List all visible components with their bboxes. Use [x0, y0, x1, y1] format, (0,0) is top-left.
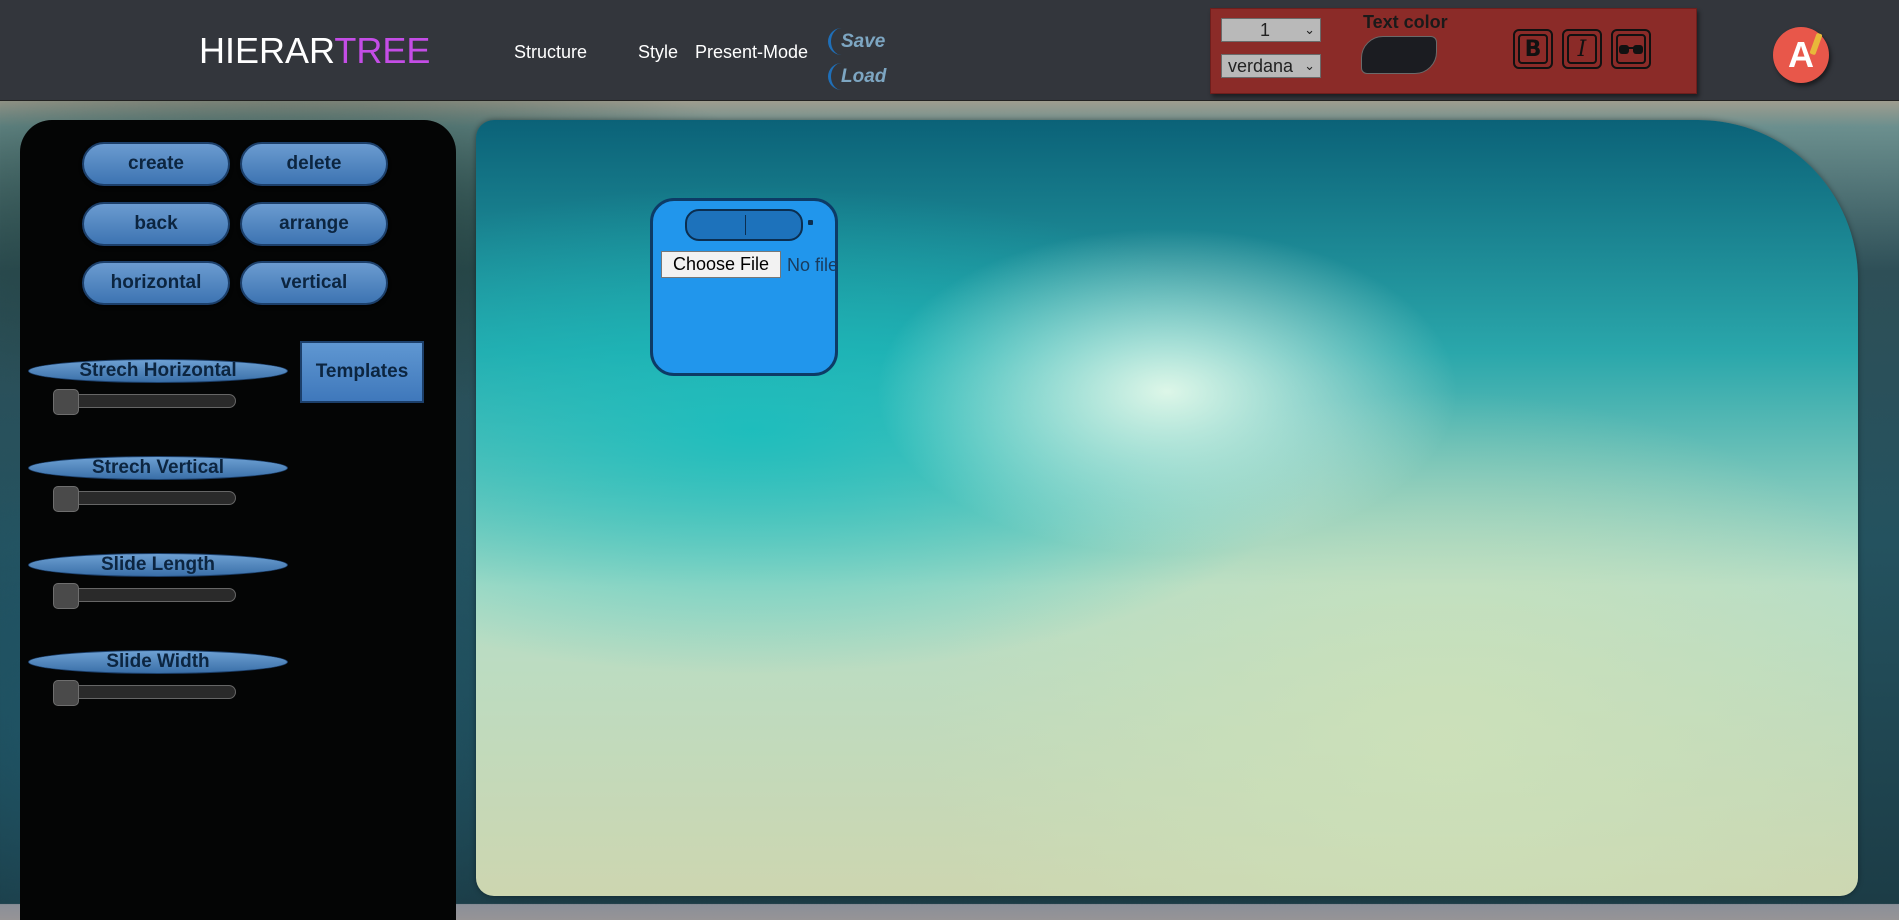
- text-color-label: Text color: [1363, 12, 1448, 32]
- stretch-vertical-slider[interactable]: [53, 486, 236, 512]
- font-size-select[interactable]: 1 ⌄: [1221, 18, 1321, 42]
- stretch-vertical-label: Strech Vertical: [28, 456, 288, 480]
- logo-text-primary: HIERAR: [199, 30, 335, 71]
- horizontal-button[interactable]: horizontal: [82, 261, 230, 305]
- chevron-down-icon: ⌄: [1304, 58, 1315, 73]
- glasses-icon: [1616, 34, 1646, 64]
- font-family-select[interactable]: verdana ⌄: [1221, 54, 1321, 78]
- file-status: No file chosen: [787, 255, 837, 275]
- slider-thumb[interactable]: [53, 486, 79, 512]
- load-button[interactable]: Load: [828, 63, 886, 90]
- slide-width-label: Slide Width: [28, 650, 288, 674]
- font-size-value: 1: [1259, 20, 1270, 40]
- italic-icon: I: [1567, 34, 1597, 64]
- slider-thumb[interactable]: [53, 389, 79, 415]
- top-bar: HIERARTREE Structure Style Present-Mode …: [0, 0, 1899, 101]
- text-color-picker[interactable]: [1361, 36, 1437, 74]
- vertical-button[interactable]: vertical: [240, 261, 388, 305]
- bold-icon: B: [1518, 34, 1548, 64]
- templates-button[interactable]: Templates: [300, 341, 424, 403]
- nav-style[interactable]: Style: [638, 42, 678, 63]
- glasses-button[interactable]: [1611, 29, 1651, 69]
- tree-node[interactable]: Choose File No file chosen: [650, 198, 838, 376]
- choose-file-button[interactable]: Choose File: [661, 251, 781, 278]
- back-button[interactable]: back: [82, 202, 230, 246]
- create-button[interactable]: create: [82, 142, 230, 186]
- stretch-horizontal-label: Strech Horizontal: [28, 359, 288, 383]
- stretch-horizontal-slider[interactable]: [53, 389, 236, 415]
- slide-length-slider[interactable]: [53, 583, 236, 609]
- slide-width-slider[interactable]: [53, 680, 236, 706]
- slider-thumb[interactable]: [53, 680, 79, 706]
- left-control-panel: create delete back arrange horizontal ve…: [20, 120, 456, 920]
- tree-canvas[interactable]: Choose File No file chosen: [476, 120, 1858, 896]
- nav-present-mode[interactable]: Present-Mode: [695, 42, 808, 63]
- nav-structure[interactable]: Structure: [514, 42, 587, 63]
- font-family-value: verdana: [1228, 56, 1294, 76]
- save-button[interactable]: Save: [828, 28, 885, 55]
- node-title-input[interactable]: [685, 209, 803, 241]
- slide-length-label: Slide Length: [28, 553, 288, 577]
- delete-button[interactable]: delete: [240, 142, 388, 186]
- arrange-button[interactable]: arrange: [240, 202, 388, 246]
- slider-thumb[interactable]: [53, 583, 79, 609]
- bold-button[interactable]: B: [1513, 29, 1553, 69]
- logo-text-accent: TREE: [334, 30, 431, 71]
- node-handle[interactable]: [808, 220, 813, 225]
- italic-button[interactable]: I: [1562, 29, 1602, 69]
- chevron-down-icon: ⌄: [1304, 22, 1315, 37]
- avatar[interactable]: A: [1773, 27, 1829, 83]
- text-style-panel: 1 ⌄ verdana ⌄ Text color B I: [1210, 8, 1697, 94]
- text-caret: [745, 215, 746, 235]
- app-logo: HIERARTREE: [199, 30, 430, 72]
- avatar-letter: A: [1788, 34, 1814, 75]
